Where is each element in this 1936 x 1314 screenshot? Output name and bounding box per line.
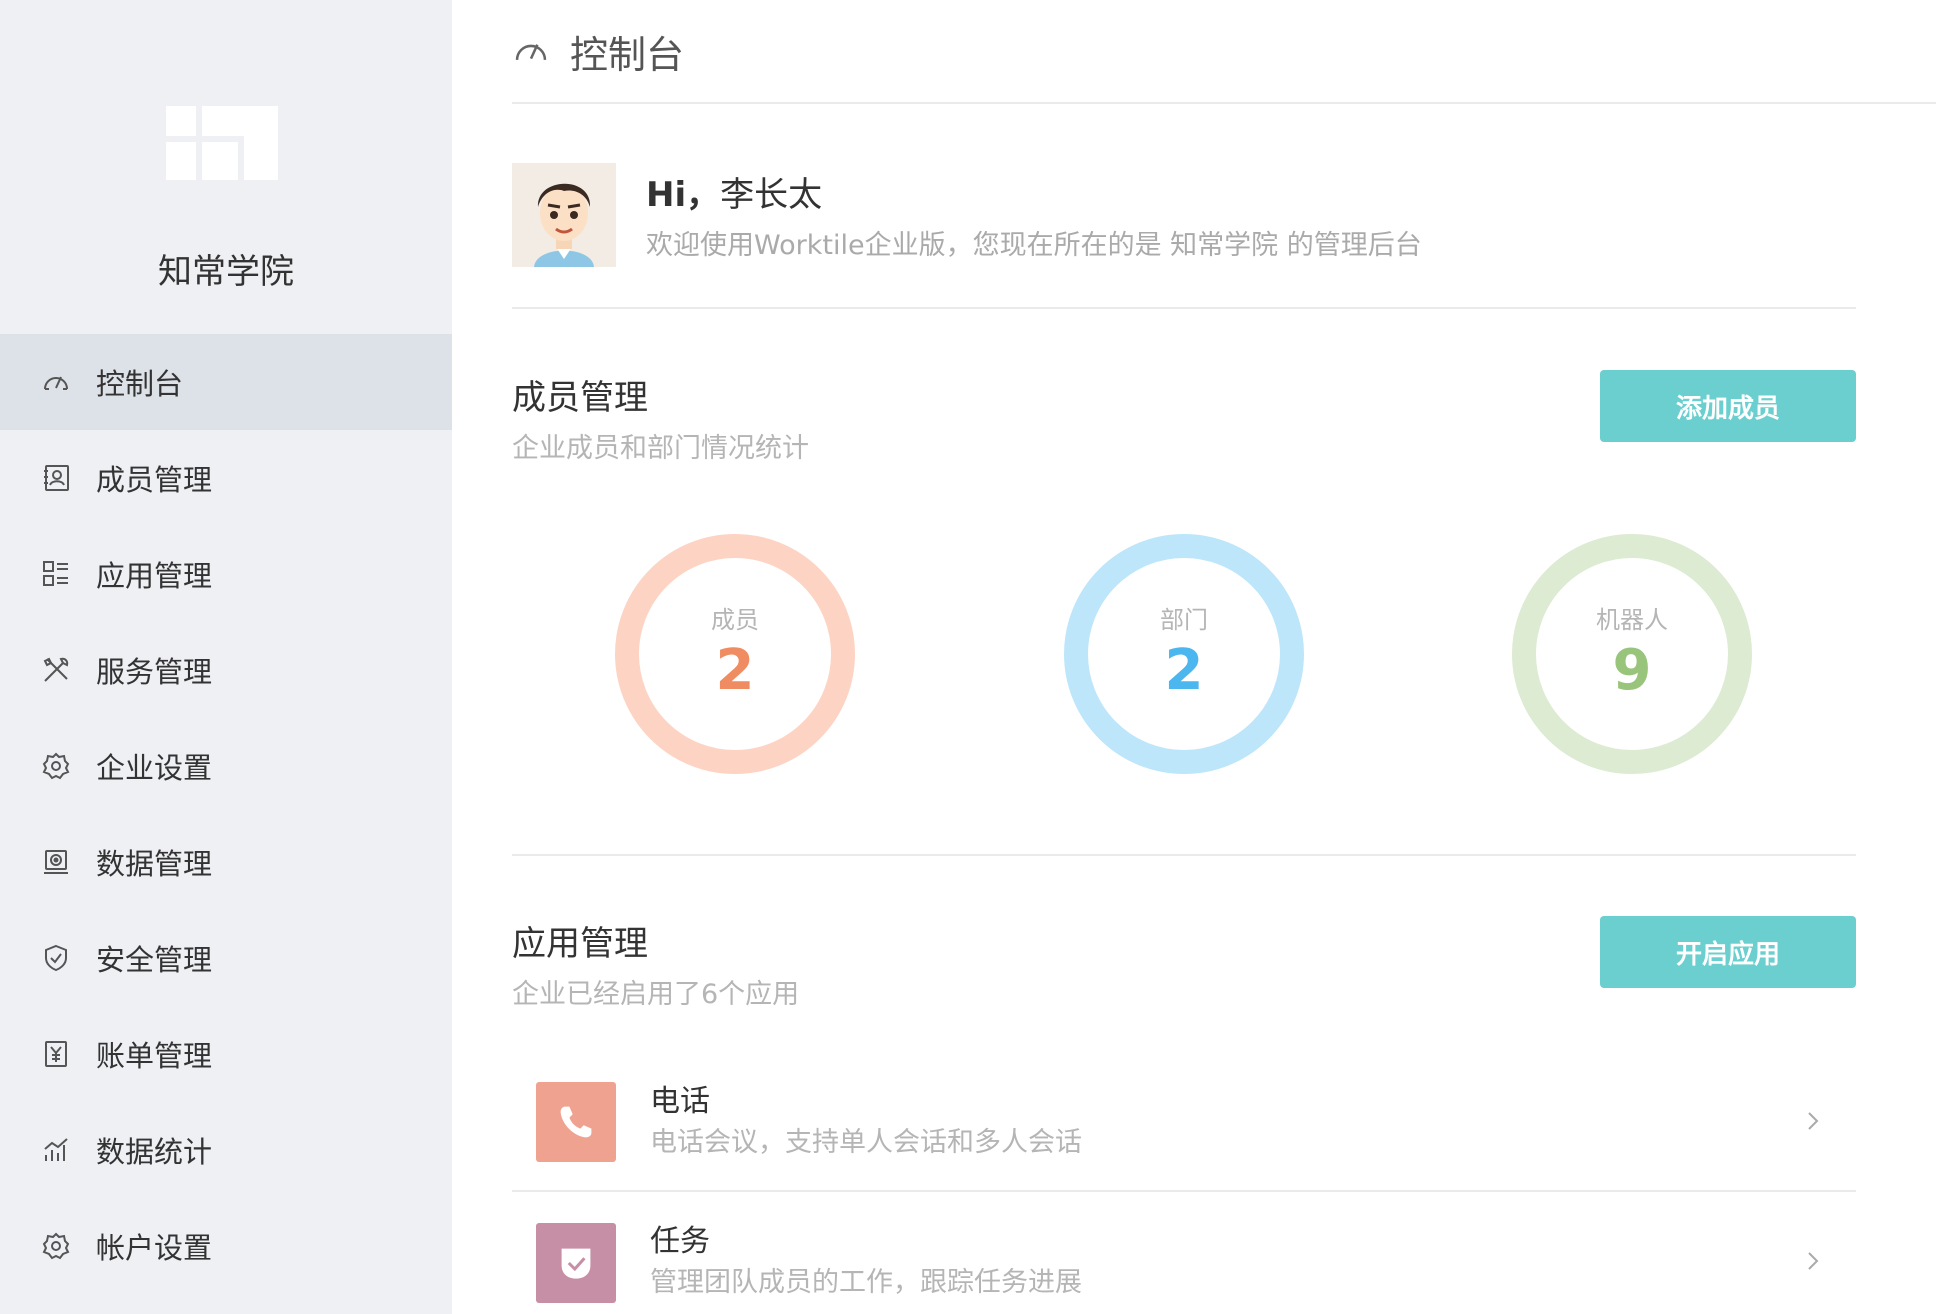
member-card-icon <box>40 462 72 494</box>
sidebar: 知常学院 控制台 成员管理 应用管理 服务管理 企业设置 数据管理 安全管理 账… <box>0 0 452 1314</box>
dashboard-gauge-icon <box>512 32 550 70</box>
sidebar-item-label: 成员管理 <box>96 463 213 497</box>
sidebar-item-label: 企业设置 <box>96 751 213 785</box>
sidebar-item-members[interactable]: 成员管理 <box>0 430 452 526</box>
stat-ring-members[interactable]: 成员 2 <box>615 534 855 774</box>
stat-value: 9 <box>1612 638 1652 703</box>
task-check-icon <box>536 1223 616 1303</box>
app-name: 任务 <box>650 1224 710 1259</box>
stat-ring-robots[interactable]: 机器人 9 <box>1512 534 1752 774</box>
sidebar-nav: 控制台 成员管理 应用管理 服务管理 企业设置 数据管理 安全管理 账单管理 数… <box>0 334 452 1294</box>
welcome-message: 欢迎使用Worktile企业版，您现在所在的是 知常学院 的管理后台 <box>646 230 1422 261</box>
sidebar-item-services[interactable]: 服务管理 <box>0 622 452 718</box>
gear-icon <box>40 750 72 782</box>
page-title: 控制台 <box>570 32 685 77</box>
sidebar-item-data[interactable]: 数据管理 <box>0 814 452 910</box>
stat-value: 2 <box>715 638 755 703</box>
section-subtitle: 企业成员和部门情况统计 <box>512 433 809 464</box>
stat-label: 部门 <box>1160 606 1208 634</box>
sidebar-item-label: 帐户设置 <box>96 1231 213 1265</box>
page-header: 控制台 <box>512 0 1936 104</box>
sidebar-item-label: 账单管理 <box>96 1039 213 1073</box>
app-item-phone[interactable]: 电话 电话会议，支持单人会话和多人会话 <box>512 1054 1856 1192</box>
greeting: Hi，李长太 <box>646 175 823 215</box>
tools-icon <box>40 654 72 686</box>
phone-icon <box>536 1082 616 1162</box>
sidebar-item-label: 控制台 <box>96 367 184 401</box>
sidebar-item-statistics[interactable]: 数据统计 <box>0 1102 452 1198</box>
sidebar-item-billing[interactable]: 账单管理 <box>0 1006 452 1102</box>
stat-label: 机器人 <box>1596 606 1668 634</box>
section-title: 成员管理 <box>512 378 648 418</box>
sidebar-item-label: 数据统计 <box>96 1135 213 1169</box>
app-management-section: 应用管理 企业已经启用了6个应用 开启应用 电话 电话会议，支持单人会话和多人会… <box>512 916 1856 1314</box>
section-title: 应用管理 <box>512 924 648 964</box>
app-name: 电话 <box>650 1084 710 1119</box>
app-item-task[interactable]: 任务 管理团队成员的工作，跟踪任务进展 <box>512 1194 1856 1314</box>
dashboard-gauge-icon <box>40 366 72 398</box>
stats-chart-icon <box>40 1134 72 1166</box>
stat-ring-departments[interactable]: 部门 2 <box>1064 534 1304 774</box>
stat-label: 成员 <box>711 606 759 634</box>
app-description: 电话会议，支持单人会话和多人会话 <box>650 1127 1082 1158</box>
sidebar-item-label: 数据管理 <box>96 847 213 881</box>
org-logo <box>166 106 278 180</box>
welcome-panel: Hi，李长太 欢迎使用Worktile企业版，您现在所在的是 知常学院 的管理后… <box>512 163 1856 309</box>
sidebar-item-label: 安全管理 <box>96 943 213 977</box>
main-content: 控制台 Hi，李长太 欢迎使用Worktile企业版，您现在所在的是 知常学院 … <box>452 0 1936 1314</box>
sidebar-item-label: 服务管理 <box>96 655 213 689</box>
sidebar-item-account-settings[interactable]: 帐户设置 <box>0 1198 452 1294</box>
sidebar-item-security[interactable]: 安全管理 <box>0 910 452 1006</box>
avatar <box>512 163 616 267</box>
app-list-icon <box>40 558 72 590</box>
sidebar-item-apps[interactable]: 应用管理 <box>0 526 452 622</box>
data-drive-icon <box>40 846 72 878</box>
org-name: 知常学院 <box>158 252 294 292</box>
sidebar-item-label: 应用管理 <box>96 559 213 593</box>
add-member-button[interactable]: 添加成员 <box>1600 370 1856 442</box>
chevron-right-icon <box>1808 1252 1819 1270</box>
stat-value: 2 <box>1164 638 1204 703</box>
bill-yen-icon <box>40 1038 72 1070</box>
chevron-right-icon <box>1808 1112 1819 1130</box>
shield-icon <box>40 942 72 974</box>
sidebar-item-enterprise-settings[interactable]: 企业设置 <box>0 718 452 814</box>
sidebar-item-dashboard[interactable]: 控制台 <box>0 334 452 430</box>
member-management-section: 成员管理 企业成员和部门情况统计 添加成员 成员 2 部门 2 机器人 9 <box>512 370 1856 856</box>
account-gear-icon <box>40 1230 72 1262</box>
section-subtitle: 企业已经启用了6个应用 <box>512 979 800 1010</box>
app-description: 管理团队成员的工作，跟踪任务进展 <box>650 1267 1082 1298</box>
enable-app-button[interactable]: 开启应用 <box>1600 916 1856 988</box>
